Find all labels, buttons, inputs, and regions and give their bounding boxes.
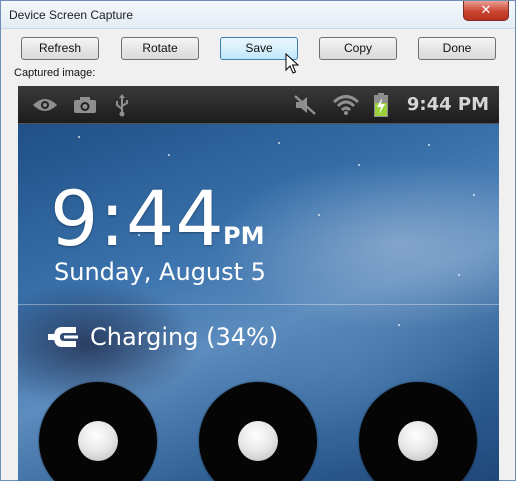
charging-status: Charging (34%): [48, 321, 278, 353]
wifi-icon: [332, 86, 360, 124]
captured-image-label: Captured image:: [14, 67, 96, 79]
pattern-dot-center: [78, 421, 118, 461]
window-title: Device Screen Capture: [9, 8, 134, 22]
pattern-dot-center: [398, 421, 438, 461]
pattern-dot-3[interactable]: [359, 382, 477, 481]
mute-icon: [293, 86, 319, 124]
lockscreen-wallpaper: 9:44 PM Sunday, August 5 Charging (34%): [18, 124, 499, 481]
usb-icon: [114, 86, 130, 124]
charging-plug-icon: [48, 327, 78, 347]
status-bar-time: 9:44 PM: [406, 94, 489, 115]
captured-image: 9:44 PM 9:44 PM Sunday, August 5 Chargin…: [18, 86, 499, 481]
lockscreen-clock: 9:44: [50, 174, 225, 263]
camera-icon: [73, 86, 97, 124]
lockscreen-date: Sunday, August 5: [54, 258, 266, 286]
device-screen-capture-window: Device Screen Capture ✕ Refresh Rotate S…: [0, 0, 516, 481]
pattern-dot-2[interactable]: [199, 382, 317, 481]
battery-charging-icon: [372, 86, 390, 124]
copy-button[interactable]: Copy: [319, 37, 397, 60]
title-bar[interactable]: Device Screen Capture ✕: [1, 1, 515, 29]
mouse-cursor-icon: [285, 53, 299, 74]
eye-icon: [32, 86, 58, 124]
lockscreen-ampm: PM: [223, 222, 265, 250]
pattern-dot-center: [238, 421, 278, 461]
done-button[interactable]: Done: [418, 37, 496, 60]
rotate-button[interactable]: Rotate: [121, 37, 199, 60]
device-status-bar: 9:44 PM: [18, 86, 499, 124]
close-button[interactable]: ✕: [463, 1, 509, 21]
charging-text: Charging (34%): [90, 323, 279, 351]
pattern-dot-1[interactable]: [39, 382, 157, 481]
lockscreen-divider: [18, 304, 499, 305]
refresh-button[interactable]: Refresh: [21, 37, 99, 60]
